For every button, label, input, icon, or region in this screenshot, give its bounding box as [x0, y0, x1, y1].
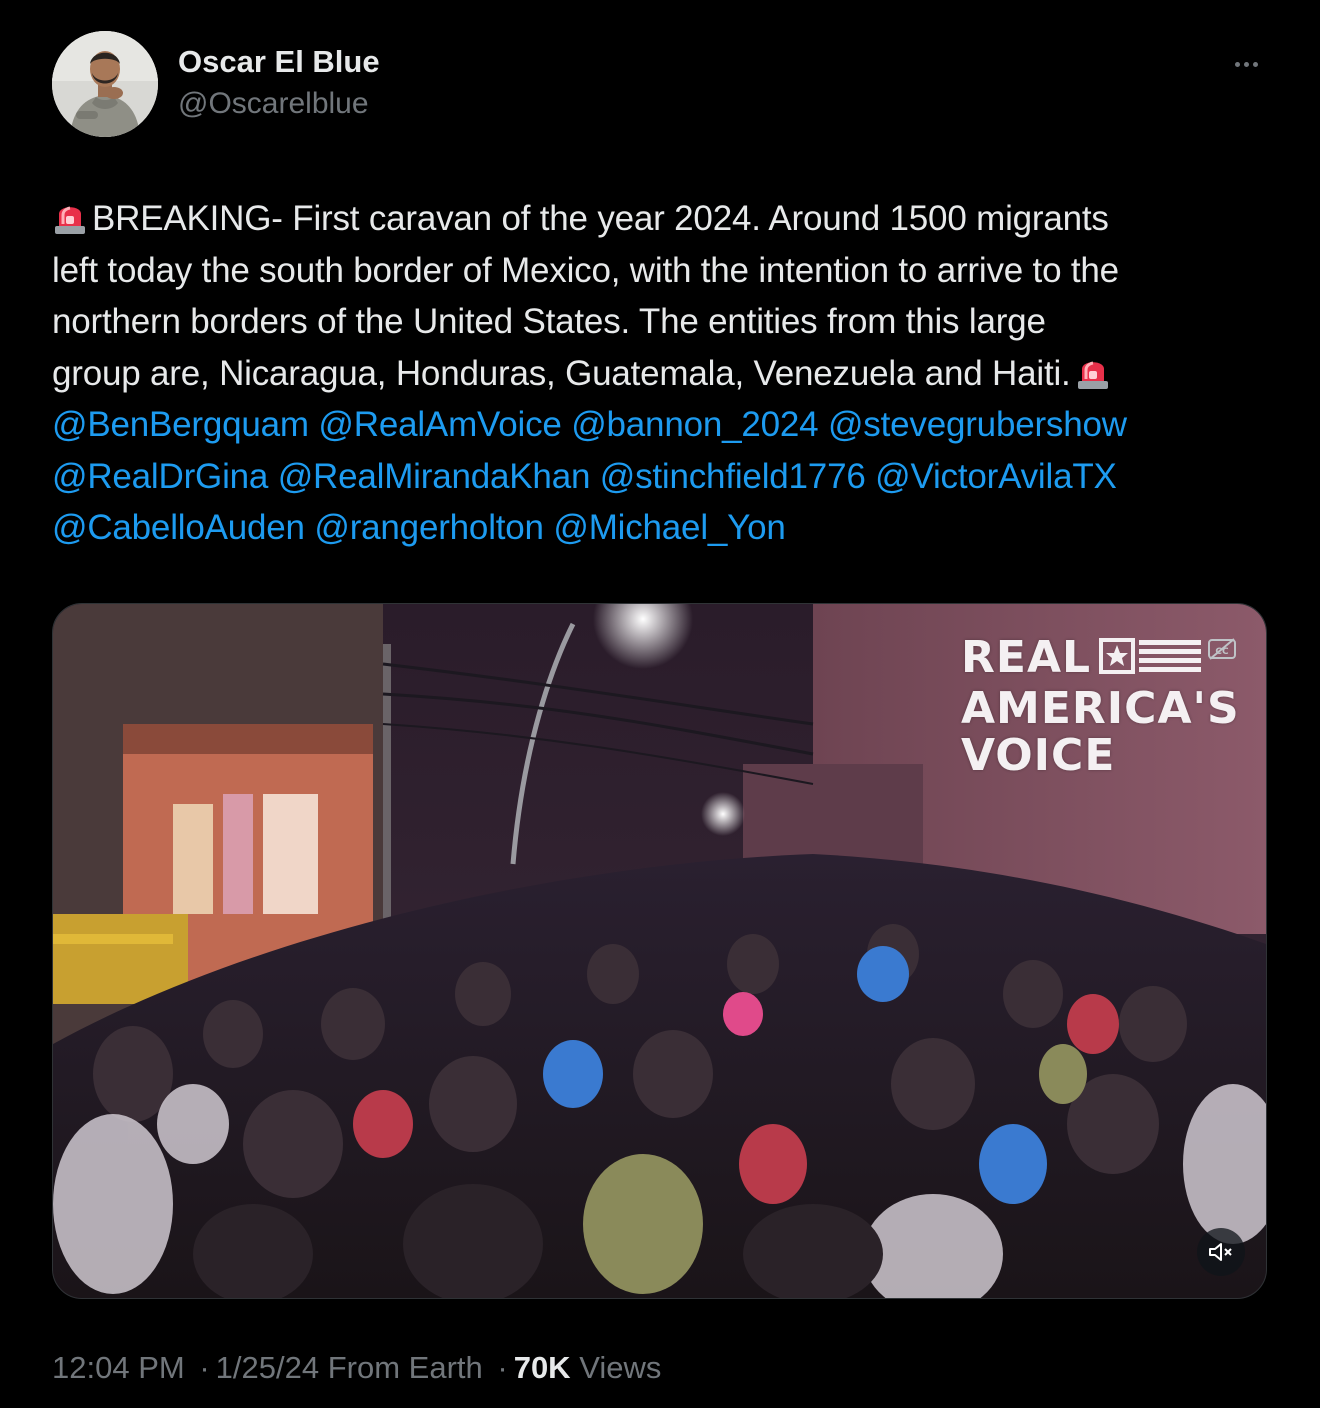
tweet: Oscar El Blue @Oscarelblue BREAKING- Fir… [0, 0, 1320, 1408]
video-player[interactable]: REAL AMERICA'S VOICE CC [52, 603, 1267, 1299]
mention-link[interactable]: @RealDrGina [52, 457, 268, 496]
author-handle[interactable]: @Oscarelblue [178, 87, 369, 121]
tweet-text-segment: northern borders of the United States. T… [52, 302, 1046, 341]
watermark-line: AMERICA'S [961, 683, 1240, 734]
tweet-text-line: @BenBergquam @RealAmVoice @bannon_2024 @… [52, 399, 1282, 451]
mention-link[interactable]: @stevegrubershow [828, 405, 1127, 444]
mention-link[interactable]: @rangerholton [314, 508, 544, 547]
tweet-time[interactable]: 12:04 PM [52, 1350, 185, 1385]
tweet-date[interactable]: 1/25/24 [216, 1350, 319, 1385]
flag-star-logo-icon [1099, 636, 1203, 685]
mention-link[interactable]: @VictorAvilaTX [875, 457, 1117, 496]
views-count: 70K [513, 1350, 571, 1385]
watermark-line: REAL [961, 632, 1092, 683]
mention-link[interactable]: @CabelloAuden [52, 508, 305, 547]
real-americas-voice-watermark: REAL AMERICA'S VOICE [961, 634, 1240, 779]
avatar-photo [52, 31, 158, 137]
more-dot-icon [1234, 61, 1240, 67]
tweet-text-line: @RealDrGina @RealMirandaKhan @stinchfiel… [52, 451, 1282, 503]
more-dot-icon [1252, 61, 1258, 67]
tweet-text-line: northern borders of the United States. T… [52, 296, 1282, 348]
tweet-text: BREAKING- First caravan of the year 2024… [52, 193, 1282, 554]
tweet-text-line: group are, Nicaragua, Honduras, Guatemal… [52, 348, 1282, 400]
avatar[interactable] [52, 31, 158, 137]
separator-dot: · [497, 1350, 508, 1385]
tweet-text-line: @CabelloAuden @rangerholton @Michael_Yon [52, 502, 1282, 554]
tweet-source: From Earth [327, 1350, 483, 1385]
mute-toggle-button[interactable] [1197, 1228, 1245, 1276]
mention-link[interactable]: @RealAmVoice [318, 405, 561, 444]
mention-link[interactable]: @stinchfield1776 [600, 457, 866, 496]
mention-link[interactable]: @bannon_2024 [571, 405, 818, 444]
more-options-button[interactable] [1222, 46, 1270, 82]
mention-link[interactable]: @Michael_Yon [553, 508, 785, 547]
tweet-text-line: left today the south border of Mexico, w… [52, 245, 1282, 297]
rotating-light-emoji [52, 196, 88, 236]
closed-captions-icon: CC [1208, 638, 1236, 660]
more-dot-icon [1243, 61, 1249, 67]
mention-link[interactable]: @BenBergquam [52, 405, 309, 444]
tweet-text-segment: BREAKING- First caravan of the year 2024… [92, 199, 1109, 238]
tweet-text-line: BREAKING- First caravan of the year 2024… [52, 193, 1282, 245]
tweet-text-segment: group are, Nicaragua, Honduras, Guatemal… [52, 353, 1071, 393]
separator-dot: · [199, 1350, 210, 1385]
mention-link[interactable]: @RealMirandaKhan [278, 457, 591, 496]
volume-muted-icon [1209, 1243, 1232, 1261]
closed-captions-button[interactable]: CC [1202, 633, 1242, 665]
watermark-line: VOICE [961, 730, 1116, 781]
tweet-meta: 12:04 PM · 1/25/24 From Earth · 70K Views [52, 1350, 661, 1386]
views-label: Views [579, 1350, 662, 1385]
rotating-light-emoji [1075, 351, 1111, 391]
tweet-text-segment: left today the south border of Mexico, w… [52, 250, 1119, 290]
author-display-name[interactable]: Oscar El Blue [178, 44, 380, 80]
